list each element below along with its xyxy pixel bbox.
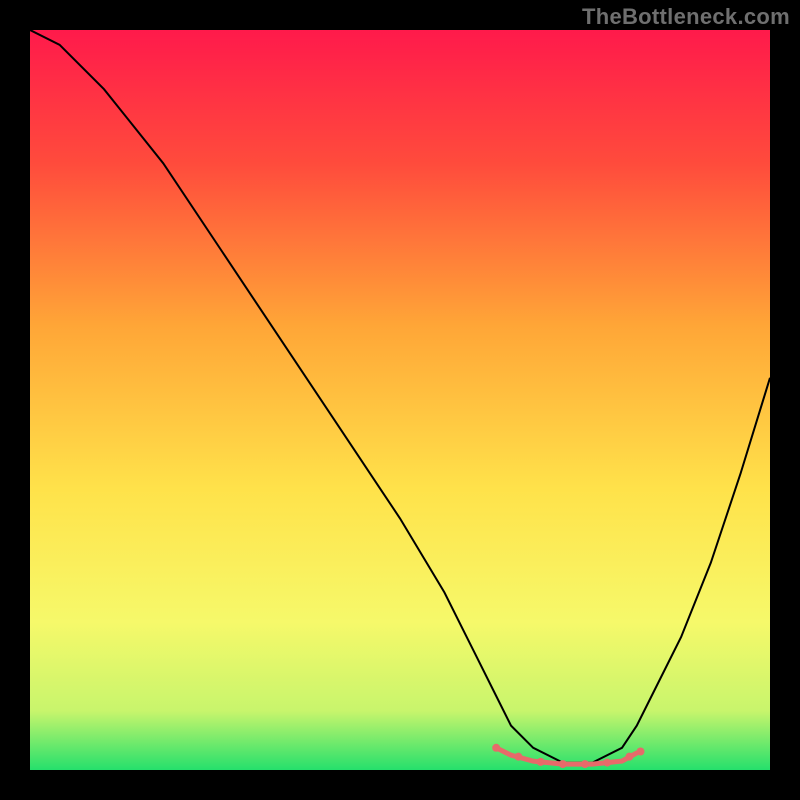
optimal-dot <box>559 760 567 768</box>
chart-frame: TheBottleneck.com <box>0 0 800 800</box>
watermark-text: TheBottleneck.com <box>582 4 790 30</box>
optimal-dot <box>581 760 589 768</box>
bottleneck-chart <box>30 30 770 770</box>
gradient-background <box>30 30 770 770</box>
optimal-dot <box>514 753 522 761</box>
optimal-dot <box>637 748 645 756</box>
optimal-dot <box>625 753 633 761</box>
optimal-dot <box>492 744 500 752</box>
optimal-dot <box>603 759 611 767</box>
optimal-dot <box>537 758 545 766</box>
plot-area <box>30 30 770 770</box>
